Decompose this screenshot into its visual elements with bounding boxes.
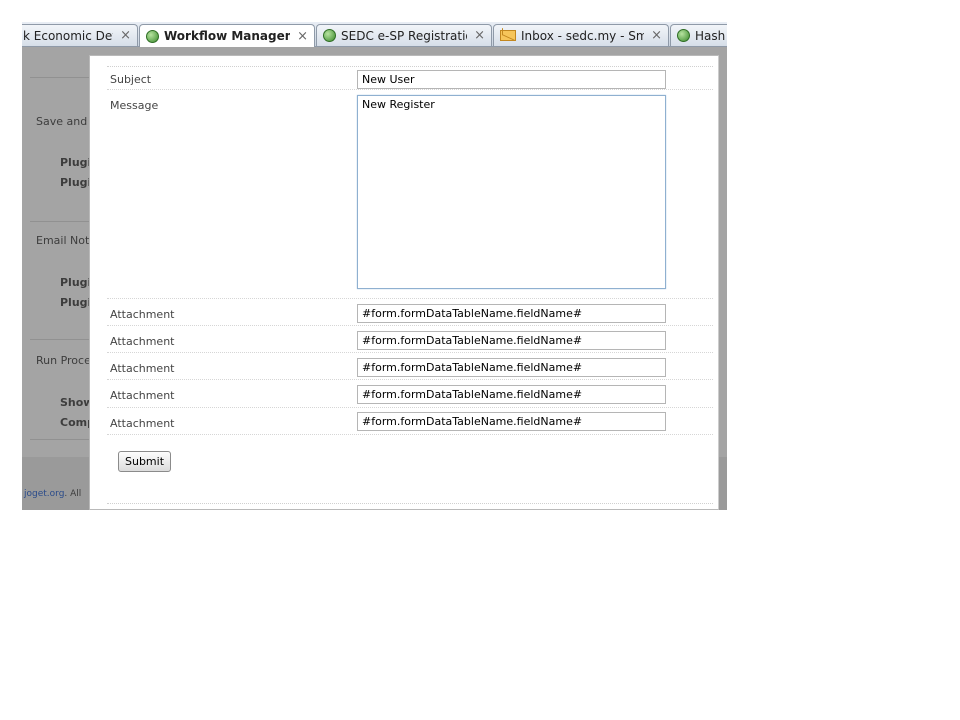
subject-row: Subject	[107, 67, 713, 90]
section-title: Run Proces	[36, 354, 97, 367]
attachment-label: Attachment	[110, 417, 175, 430]
attachment-input[interactable]	[357, 331, 666, 350]
tab-strip: k Economic Dev... × Workflow Manageme...…	[22, 22, 727, 47]
attachment-input[interactable]	[357, 358, 666, 377]
tab-hash[interactable]: Hash \	[670, 24, 727, 46]
attachment-row: Attachment	[107, 299, 713, 326]
message-row: Message New Register	[107, 90, 713, 299]
tab-title: Inbox - sedc.my - Smar...	[521, 28, 644, 43]
attachment-row: Attachment	[107, 408, 713, 435]
subject-label: Subject	[110, 73, 152, 86]
joget-link: joget.org	[24, 489, 65, 499]
subject-input[interactable]	[357, 70, 666, 89]
attachment-label: Attachment	[110, 335, 175, 348]
message-label: Message	[110, 99, 159, 112]
attachment-label: Attachment	[110, 362, 175, 375]
tab-title: Workflow Manageme...	[164, 29, 290, 43]
attachment-input[interactable]	[357, 385, 666, 404]
tab-title: Hash \	[695, 28, 727, 43]
email-tool-dialog: Subject Message New Register Attachment …	[89, 55, 719, 510]
attachment-row: Attachment	[107, 326, 713, 353]
attachment-input[interactable]	[357, 412, 666, 431]
globe-icon	[146, 29, 159, 43]
tab-sedc-registration[interactable]: SEDC e-SP Registration ... ×	[316, 24, 492, 46]
attachment-input[interactable]	[357, 304, 666, 323]
submit-button[interactable]: Submit	[118, 451, 172, 472]
globe-icon	[323, 29, 336, 42]
close-icon[interactable]: ×	[297, 29, 308, 44]
footer-text: . All	[64, 489, 82, 499]
tab-workflow-management[interactable]: Workflow Manageme... ×	[139, 24, 315, 47]
close-icon[interactable]: ×	[474, 28, 485, 43]
attachment-row: Attachment	[107, 380, 713, 408]
globe-icon	[677, 29, 690, 42]
close-icon[interactable]: ×	[120, 28, 131, 43]
form-grid: Subject Message New Register Attachment …	[107, 66, 713, 504]
attachment-label: Attachment	[110, 389, 175, 402]
close-icon[interactable]: ×	[651, 28, 662, 43]
tab-title: SEDC e-SP Registration ...	[341, 28, 467, 43]
attachment-row: Attachment	[107, 353, 713, 380]
attachment-label: Attachment	[110, 308, 175, 321]
tab-title: k Economic Dev...	[23, 28, 113, 43]
tab-inbox[interactable]: Inbox - sedc.my - Smar... ×	[493, 24, 669, 46]
message-textarea[interactable]: New Register	[357, 95, 666, 289]
browser-screenshot: k Economic Dev... × Workflow Manageme...…	[22, 22, 727, 510]
envelope-icon	[500, 30, 516, 41]
tab-economic-dev[interactable]: k Economic Dev... ×	[22, 24, 138, 46]
